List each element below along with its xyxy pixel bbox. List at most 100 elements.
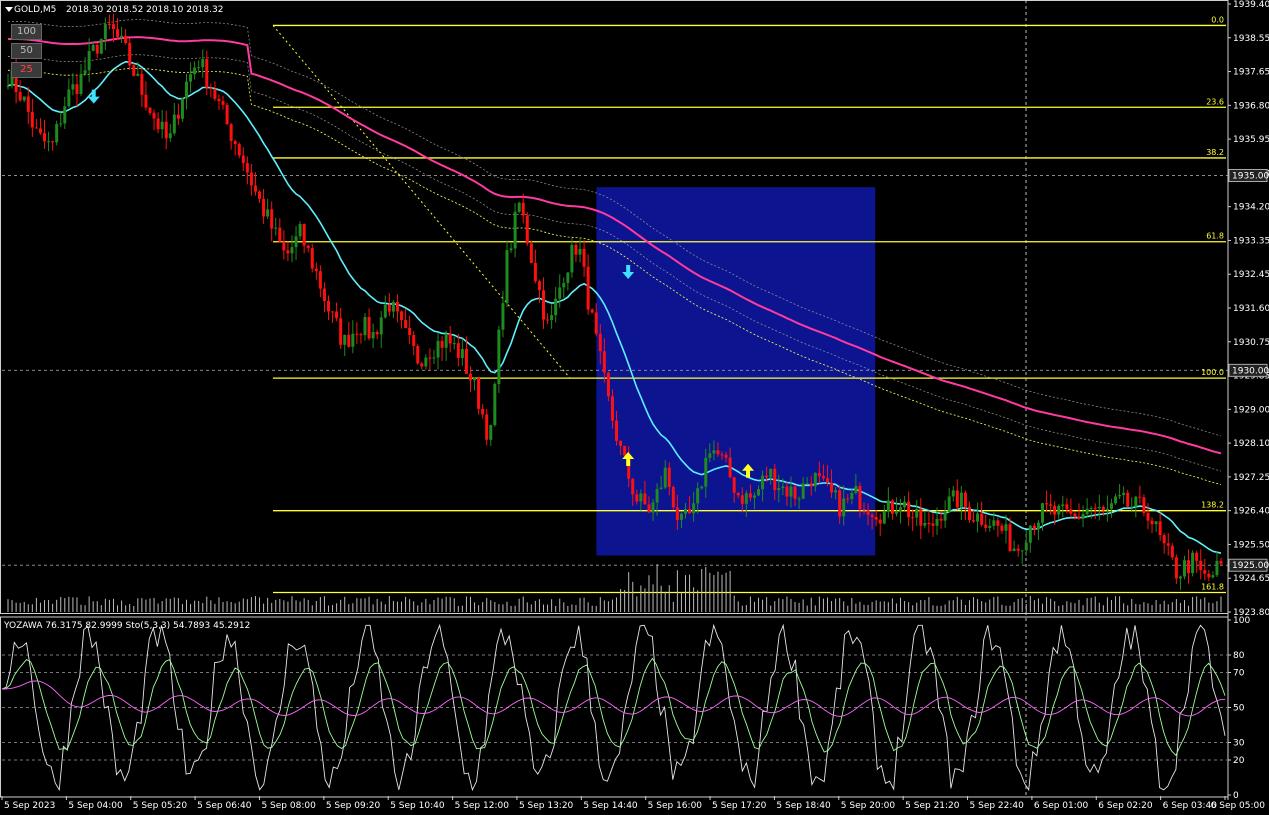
candle-body: [963, 492, 967, 507]
candle-body: [667, 467, 671, 488]
zoom-button-100[interactable]: 100: [11, 24, 42, 40]
candle-body: [761, 475, 765, 490]
candle-body: [935, 518, 939, 526]
candle-body: [351, 333, 355, 347]
candle-body: [180, 98, 184, 119]
candle-body: [1154, 521, 1158, 525]
candle-body: [452, 343, 456, 345]
zoom-button-50[interactable]: 50: [11, 43, 42, 59]
time-tick-label: 6 Sep 03:40: [1163, 801, 1218, 811]
time-tick-label: 6 Sep 02:20: [1098, 801, 1153, 811]
candle-body: [343, 334, 347, 345]
candle-body: [95, 45, 99, 54]
candle-body: [306, 245, 310, 249]
candle-body: [724, 454, 728, 458]
price-tick-label: 1935.95: [1233, 135, 1269, 145]
time-tick-label: 5 Sep 22:40: [970, 801, 1025, 811]
candle-body: [355, 333, 359, 335]
candle-body: [501, 303, 505, 330]
candle-body: [988, 525, 992, 528]
candle-body: [943, 512, 947, 521]
candle-body: [862, 509, 866, 511]
candle-body: [1126, 492, 1130, 507]
candle-body: [379, 317, 383, 335]
candle-body: [290, 247, 294, 254]
time-tick-label: 5 Sep 10:40: [390, 801, 445, 811]
candle-body: [420, 363, 424, 367]
candle-body: [720, 454, 724, 456]
candle-body: [481, 408, 485, 415]
menu-triangle-icon[interactable]: [5, 7, 13, 12]
candle-body: [671, 487, 675, 508]
candle-body: [128, 42, 132, 66]
candle-body: [489, 425, 493, 440]
candle-body: [1105, 508, 1109, 511]
candle-body: [736, 492, 740, 496]
candle-body: [984, 524, 988, 528]
candle-body: [310, 248, 314, 269]
candle-body: [1049, 504, 1053, 506]
candle-body: [322, 288, 326, 301]
candle-body: [631, 478, 635, 495]
candle-body: [55, 124, 59, 143]
candle-body: [1065, 504, 1069, 510]
candle-body: [1109, 503, 1113, 509]
osc-tick-label: 20: [1233, 756, 1245, 766]
candle-body: [793, 486, 797, 499]
candle-body: [716, 450, 720, 455]
candle-body: [47, 141, 51, 143]
candle-body: [1122, 492, 1126, 496]
candle-body: [266, 209, 270, 217]
time-tick-label: 5 Sep 2023: [4, 801, 55, 811]
time-tick-label: 6 Sep 05:00: [1211, 801, 1266, 811]
zoom-button-25[interactable]: 25: [11, 62, 42, 78]
price-tick-label: 1928.10: [1233, 439, 1269, 449]
candle-body: [1069, 509, 1073, 514]
candle-body: [241, 155, 245, 164]
candle-body: [477, 377, 481, 409]
candle-body: [51, 141, 55, 143]
candle-body: [432, 357, 436, 359]
candle-body: [740, 495, 744, 504]
candle-body: [367, 316, 371, 339]
fib-level-label: 161.8: [1201, 583, 1224, 592]
stochastic-signal-line: [1, 680, 1226, 717]
fib-level-label: 61.8: [1206, 232, 1224, 241]
candle-body: [274, 227, 278, 229]
candle-body: [805, 483, 809, 485]
candle-body: [566, 272, 570, 283]
candle-body: [830, 482, 834, 493]
candle-body: [1142, 497, 1146, 513]
candle-body: [817, 472, 821, 477]
candle-body: [894, 510, 898, 514]
candle-body: [598, 333, 602, 352]
candle-body: [1166, 543, 1170, 546]
candle-body: [700, 486, 704, 489]
candle-body: [1045, 503, 1049, 505]
candle-body: [728, 457, 732, 478]
candle-body: [209, 87, 213, 90]
candle-body: [558, 287, 562, 299]
candle-body: [1207, 573, 1211, 578]
candle-body: [436, 340, 440, 358]
candle-body: [172, 114, 176, 134]
candle-body: [574, 244, 578, 255]
candle-body: [1162, 535, 1166, 544]
candle-body: [578, 248, 582, 255]
price-chart[interactable]: 0.0 23.6 38.2 61.8 100.0 138.2 161.8 1939.40 19…: [0, 0, 1269, 815]
candle-body: [116, 29, 120, 38]
candle-body: [951, 490, 955, 497]
candle-body: [363, 316, 367, 336]
candle-body: [67, 89, 71, 107]
candle-body: [107, 24, 111, 26]
candle-body: [1191, 552, 1195, 574]
candle-body: [87, 50, 91, 71]
price-tick-label: 1938.55: [1233, 34, 1269, 44]
candle-body: [416, 345, 420, 364]
candle-body: [75, 84, 79, 94]
candle-body: [391, 301, 395, 312]
candle-body: [124, 35, 128, 43]
candle-body: [1146, 512, 1150, 521]
candle-body: [769, 468, 773, 478]
candle-body: [1130, 506, 1134, 508]
